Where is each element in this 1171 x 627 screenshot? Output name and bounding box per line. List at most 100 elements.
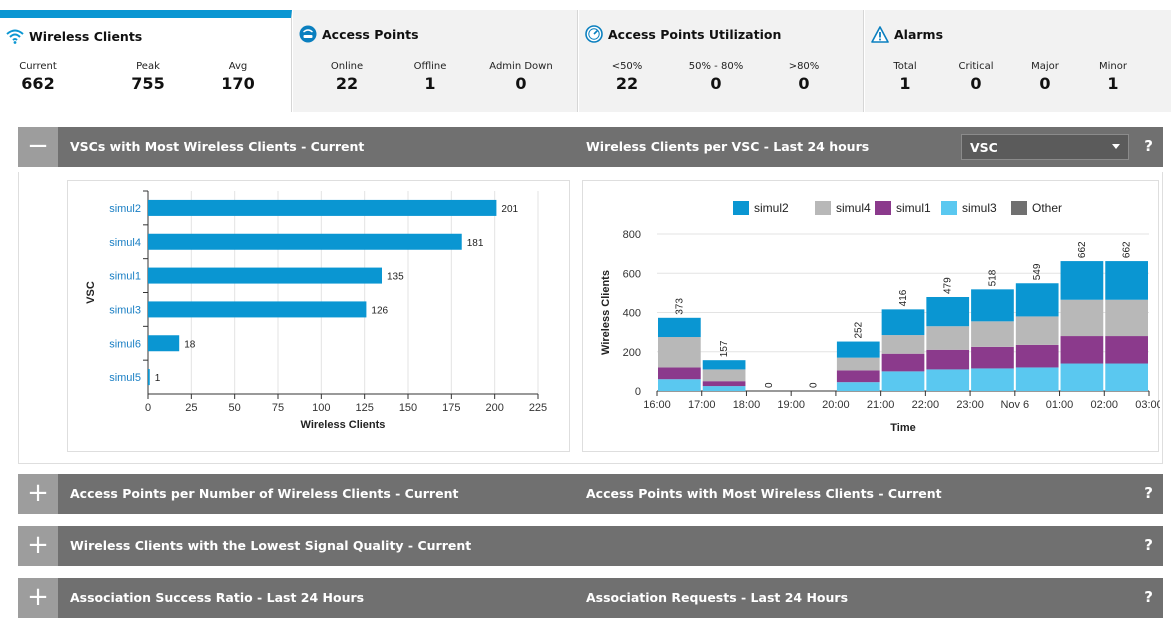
access-points-tile[interactable]: Access Points Online 22 Offline 1 Admin …: [293, 10, 578, 112]
stacked-bar-segment: [1105, 336, 1148, 364]
util-lt50-label: <50%: [611, 61, 643, 72]
stacked-bar-segment: [881, 371, 925, 391]
warning-icon: [871, 25, 889, 43]
signal-quality-panel-header: + Wireless Clients with the Lowest Signa…: [18, 526, 1163, 566]
wireless-clients-tile[interactable]: Wireless Clients Current 662 Peak 755 Av…: [0, 10, 292, 112]
x-tick-label: 17:00: [688, 399, 716, 411]
alarms-minor: Minor 1: [1093, 61, 1133, 93]
util-lt50-value: 22: [615, 74, 639, 93]
stacked-bar-segment: [1060, 299, 1104, 337]
stacked-bar-segment: [881, 353, 925, 372]
help-button[interactable]: ?: [1144, 588, 1153, 606]
y-tick-label: simul5: [109, 372, 141, 384]
x-tick-label: 02:00: [1091, 399, 1119, 411]
wireless-current-value: 662: [21, 74, 55, 93]
x-tick-label: 03:00: [1135, 399, 1160, 411]
total-label: 662: [1122, 241, 1133, 258]
total-label: 0: [764, 382, 775, 388]
stacked-bar-segment: [926, 326, 970, 350]
association-requests-title: Association Requests - Last 24 Hours: [586, 590, 849, 605]
stacked-bar-segment: [1015, 283, 1059, 317]
data-label: 181: [467, 238, 484, 249]
stacked-bar-segment: [971, 346, 1014, 369]
x-tick-label: 25: [185, 402, 197, 414]
aps-offline-label: Offline: [413, 61, 447, 72]
y-tick-label: simul4: [109, 237, 141, 249]
data-label: 201: [501, 204, 518, 215]
stacked-bar-segment: [1060, 363, 1104, 391]
ap-clients-panel-header: + Access Points per Number of Wireless C…: [18, 474, 1163, 514]
ap-most-clients-title: Access Points with Most Wireless Clients…: [586, 486, 942, 501]
x-tick-label: 225: [529, 402, 547, 414]
bar: [148, 301, 367, 318]
y-tick-label: 400: [623, 308, 641, 320]
stacked-bar-segment: [702, 381, 746, 387]
aps-offline-value: 1: [424, 74, 436, 93]
stacked-bar-segment: [836, 341, 880, 358]
stacked-bar-segment: [702, 386, 746, 391]
alarms-major: Major 0: [1025, 61, 1065, 93]
aps-online-label: Online: [330, 61, 364, 72]
stacked-bar-segment: [881, 309, 925, 336]
expand-toggle-button[interactable]: +: [18, 474, 58, 514]
alarms-major-label: Major: [1031, 61, 1059, 72]
expand-toggle-button[interactable]: +: [18, 578, 58, 618]
y-tick-label: 800: [623, 229, 641, 241]
legend-swatch: [815, 201, 831, 215]
y-axis-title: Wireless Clients: [600, 270, 612, 355]
summary-tiles: Wireless Clients Current 662 Peak 755 Av…: [0, 10, 1171, 115]
access-points-title: Access Points: [322, 26, 419, 42]
x-tick-label: 200: [485, 402, 503, 414]
util-gt80: >80% 0: [779, 61, 829, 93]
alarms-tile[interactable]: Alarms Total 1 Critical 0 Major 0 Minor …: [865, 10, 1171, 112]
util-lt50: <50% 22: [601, 61, 653, 93]
access-point-icon: [299, 25, 317, 43]
data-label: 1: [155, 373, 161, 384]
y-tick-label: simul1: [109, 271, 141, 283]
stacked-bar-segment: [1105, 299, 1148, 337]
data-label: 135: [387, 272, 404, 283]
wireless-peak: Peak 755: [120, 61, 176, 93]
x-tick-label: 18:00: [733, 399, 761, 411]
legend-label: simul2: [754, 201, 789, 215]
stacked-bar-segment: [658, 337, 701, 368]
stacked-bar-segment: [658, 367, 701, 380]
collapse-toggle-button[interactable]: −: [18, 127, 58, 167]
wireless-avg: Avg 170: [210, 61, 266, 93]
bar: [148, 233, 462, 250]
legend-label: simul3: [962, 201, 997, 215]
stacked-bar-segment: [658, 317, 701, 338]
ap-utilization-tile[interactable]: Access Points Utilization <50% 22 50% - …: [579, 10, 864, 112]
stacked-bar-segment: [971, 289, 1014, 322]
help-button[interactable]: ?: [1144, 484, 1153, 502]
stacked-bar-segment: [1105, 363, 1148, 391]
total-label: 518: [987, 269, 998, 286]
total-label: 479: [943, 277, 954, 294]
y-tick-label: simul6: [109, 338, 141, 350]
vsc-bar-chart: 0 25 50 75 100 125 150 175 200 225 simul2 201 simul4…: [85, 190, 547, 431]
alarms-title: Alarms: [894, 26, 944, 42]
bar: [148, 369, 150, 386]
total-label: 416: [898, 289, 909, 306]
vsc-panel-body: 0 25 50 75 100 125 150 175 200 225 simul2 201 simul4…: [18, 172, 1163, 464]
stacked-bar-segment: [658, 379, 701, 391]
x-tick-label: 21:00: [867, 399, 895, 411]
x-tick-label: 175: [442, 402, 460, 414]
legend-swatch: [733, 201, 749, 215]
x-tick-label: 16:00: [643, 399, 671, 411]
stacked-bar-segment: [1105, 261, 1148, 300]
x-tick-label: 0: [145, 402, 151, 414]
total-label: 157: [719, 340, 730, 357]
stacked-bar-segment: [926, 369, 970, 391]
alarms-critical: Critical 0: [951, 61, 1001, 93]
clients-stacked-chart: simul2 simul4 simul1 simul3 Other 0 200 400 600 8…: [600, 201, 1160, 434]
util-50-80-value: 0: [710, 74, 722, 93]
ap-utilization-tile-header: Access Points Utilization: [585, 24, 781, 44]
help-button[interactable]: ?: [1144, 536, 1153, 554]
total-label: 662: [1077, 241, 1088, 258]
access-points-tile-header: Access Points: [299, 24, 419, 44]
help-button[interactable]: ?: [1144, 137, 1153, 155]
util-50-80: 50% - 80% 0: [681, 61, 751, 93]
vsc-select[interactable]: VSC: [961, 134, 1129, 160]
expand-toggle-button[interactable]: +: [18, 526, 58, 566]
